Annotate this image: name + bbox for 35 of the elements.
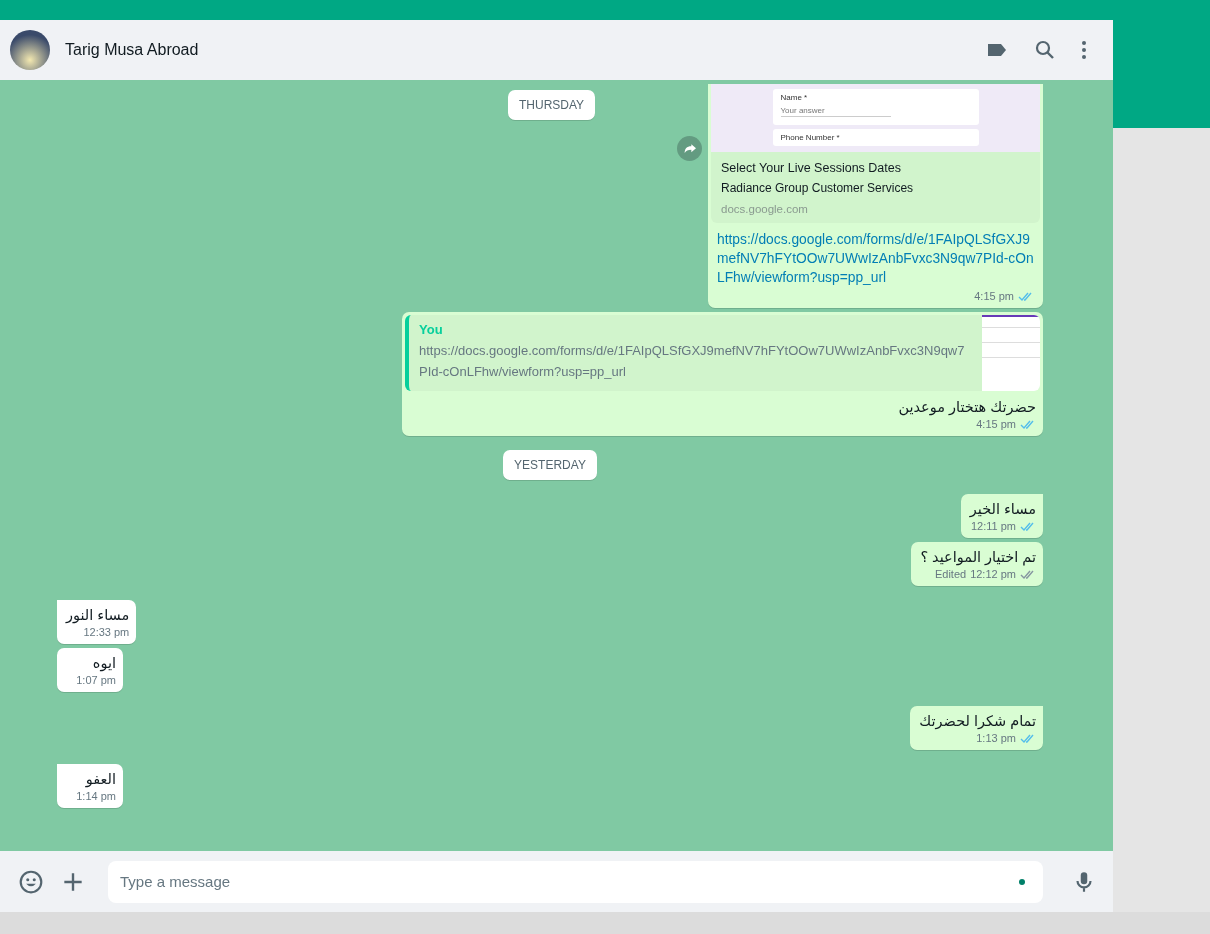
message-time: 4:15 pm: [976, 418, 1016, 430]
status-dot-icon: [1019, 878, 1025, 885]
date-chip: THURSDAY: [508, 90, 596, 120]
message-link[interactable]: https://docs.google.com/forms/d/e/1FAIpQLSfGXJ9mefNV7hFYtOOw7UWwIzAnbFvxc3N9qw7PId-cOnLFhw/viewform?usp=pp_url: [717, 230, 1034, 287]
date-chip: YESTERDAY: [503, 450, 597, 480]
form-field-label: Phone Number *: [780, 133, 841, 142]
quoted-message[interactable]: You https://docs.google.com/forms/d/e/1FAIpQLSfGXJ9mefNV7hFYtOOw7UWwIzAnbFvxc3N9qw7PId-cOnLFhw/viewform?usp=pp_url: [405, 315, 1040, 391]
preview-domain: docs.google.com: [721, 203, 809, 215]
message-text: ايوه: [91, 655, 116, 671]
message-text: تمام شكرا لحضرتك: [919, 713, 1036, 729]
menu-icon[interactable]: [1081, 38, 1087, 62]
contact-avatar[interactable]: [10, 30, 50, 70]
quoted-text: https://docs.google.com/forms/d/e/1FAIpQLSfGXJ9mefNV7hFYtOOw7UWwIzAnbFvxc3N9qw7PId-cOnLFhw/viewform?usp=pp_url: [419, 342, 966, 381]
message-time: 12:12 pm: [970, 568, 1016, 580]
message-time: 4:15 pm: [974, 290, 1014, 302]
preview-description: Radiance Group Customer Services: [721, 181, 915, 195]
message-time: 1:13 pm: [976, 732, 1016, 744]
message-input[interactable]: Type a message: [108, 860, 1043, 903]
message-time: 1:14 pm: [76, 790, 116, 802]
edited-label: Edited: [934, 568, 967, 580]
message-time: 12:11 pm: [970, 520, 1016, 532]
message-text: حضرتك هتختار موعدين: [897, 398, 1037, 415]
message-time: 1:07 pm: [76, 674, 116, 686]
message-text: مساء الخير: [969, 501, 1036, 517]
answer-field[interactable]: Your answer: [780, 106, 891, 117]
form-field-label: Name *: [780, 93, 809, 102]
message-text: مساء النور: [66, 607, 130, 623]
emoji-icon[interactable]: [18, 868, 44, 895]
forward-icon[interactable]: [677, 136, 702, 161]
quote-author: You: [419, 322, 444, 337]
message-time: 12:33 pm: [83, 626, 130, 638]
message-text: تم اختيار المواعيد ؟: [920, 549, 1036, 565]
preview-title: Select Your Live Sessions Dates: [721, 161, 902, 175]
message-text: العفو: [84, 771, 116, 787]
contact-name[interactable]: Tarig Musa Abroad: [65, 41, 199, 59]
